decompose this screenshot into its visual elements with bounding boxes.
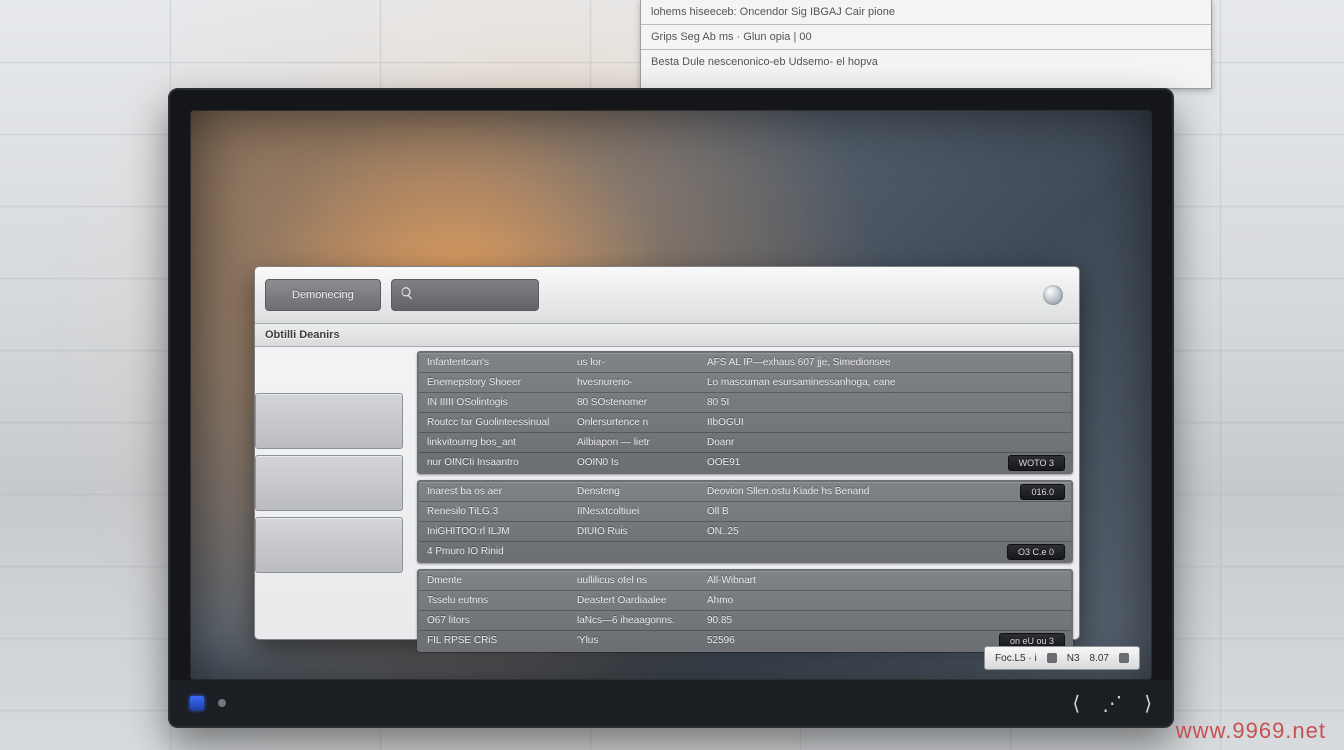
cell: Doanr xyxy=(707,437,1071,448)
cell: IniGHITOO:rl ILJM xyxy=(419,526,577,537)
forward-icon[interactable]: ⟩ xyxy=(1144,691,1152,716)
system-tray[interactable]: Foc.L5 · i N3 8.07 xyxy=(984,646,1140,670)
group-2: Inarest ba os aer Densteng Deovion Sllen… xyxy=(417,480,1073,563)
sidebar-slot[interactable] xyxy=(255,393,403,449)
watermark: www.9969.net xyxy=(1176,718,1326,744)
power-led-icon xyxy=(190,696,204,710)
table-row[interactable]: Renesilo TiLG.3 IINesxtcoltiuei Oll B xyxy=(419,502,1071,522)
cell: hvesnureno- xyxy=(577,377,707,388)
cell: 80 5I xyxy=(707,397,1071,408)
active-tab[interactable]: Demonecing xyxy=(265,279,381,311)
app-window: Demonecing Obtilli Deanirs xyxy=(254,266,1080,640)
note-line: Besta Dule nescenonico-eb Udsemo- el hop… xyxy=(641,50,1211,74)
tray-text: Foc.L5 · i xyxy=(995,653,1037,664)
group-3: Dmente uullilicus otel ns All-Wibnart Ts… xyxy=(417,569,1073,652)
cell: nur OINCIi Insaantro xyxy=(419,457,577,468)
table-row[interactable]: linkvitourng bos_ant Ailbiapon — lietr D… xyxy=(419,433,1071,453)
cell: Tsselu eutnns xyxy=(419,595,577,606)
cell: 'Ylus xyxy=(577,635,707,646)
cell: us lor- xyxy=(577,357,707,368)
chin-controls: ⟨ ⋰ ⟩ xyxy=(1072,691,1152,716)
cell: 4 Pmuro IO Rinid xyxy=(419,546,577,557)
main-panel: Infantentcan's us lor- AFS AL IP—exhaus … xyxy=(411,347,1079,653)
sidebar-slot[interactable] xyxy=(255,455,403,511)
search-input[interactable] xyxy=(420,288,530,302)
back-icon[interactable]: ⟨ xyxy=(1072,691,1080,716)
cell: FIL RPSE CRiS xyxy=(419,635,577,646)
cell: Ailbiapon — lietr xyxy=(577,437,707,448)
cell: Inarest ba os aer xyxy=(419,486,577,497)
table-row[interactable]: IN IIIII OSolintogis 80 SOstenomer 80 5I xyxy=(419,393,1071,413)
table-row[interactable]: Infantentcan's us lor- AFS AL IP—exhaus … xyxy=(419,353,1071,373)
tray-text: 8.07 xyxy=(1090,653,1109,664)
cell: 80 SOstenomer xyxy=(577,397,707,408)
cell: OOE91 xyxy=(707,457,1008,468)
titlebar: Demonecing xyxy=(255,267,1079,324)
cell: Onlersurtence n xyxy=(577,417,707,428)
cell: O67 litors xyxy=(419,615,577,626)
tray-icon[interactable] xyxy=(1047,653,1057,663)
popup-note: lohems hiseeceb: Oncendor Sig IBGAJ Cair… xyxy=(640,0,1212,89)
cell: OOIN0 Is xyxy=(577,457,707,468)
search-field[interactable] xyxy=(391,279,539,311)
cell: ON..25 xyxy=(707,526,1071,537)
table-row[interactable]: FIL RPSE CRiS 'Ylus 52596 on eU ou 3 xyxy=(419,631,1071,650)
group-1: Infantentcan's us lor- AFS AL IP—exhaus … xyxy=(417,351,1073,474)
sidebar-slot[interactable] xyxy=(255,517,403,573)
cell: AFS AL IP—exhaus 607 jje, Simedionsee xyxy=(707,357,1071,368)
table-row[interactable]: Tsselu eutnns Deastert Oardiaalee Ahmo xyxy=(419,591,1071,611)
scene: lohems hiseeceb: Oncendor Sig IBGAJ Cair… xyxy=(0,0,1344,750)
cell: Densteng xyxy=(577,486,707,497)
cell: Oll B xyxy=(707,506,1071,517)
table-row[interactable]: IniGHITOO:rl ILJM DIUIO Ruis ON..25 xyxy=(419,522,1071,542)
row-badge[interactable]: O3 C.e 0 xyxy=(1007,544,1065,560)
table-row[interactable]: Inarest ba os aer Densteng Deovion Sllen… xyxy=(419,482,1071,502)
row-badge[interactable]: 016.0 xyxy=(1020,484,1065,500)
note-line: lohems hiseeceb: Oncendor Sig IBGAJ Cair… xyxy=(641,0,1211,25)
monitor-chin: ⟨ ⋰ ⟩ xyxy=(170,680,1172,726)
section-header: Obtilli Deanirs xyxy=(255,324,1079,347)
cell: Lo mascuman esursaminessanhoga, eane xyxy=(707,377,1071,388)
cell: linkvitourng bos_ant xyxy=(419,437,577,448)
app-body: Infantentcan's us lor- AFS AL IP—exhaus … xyxy=(255,347,1079,653)
cell: Enemepstory Shoeer xyxy=(419,377,577,388)
cell: Ahmo xyxy=(707,595,1071,606)
row-badge[interactable]: WOTO 3 xyxy=(1008,455,1065,471)
monitor-frame: Demonecing Obtilli Deanirs xyxy=(168,88,1174,728)
dots-icon[interactable]: ⋰ xyxy=(1102,691,1122,716)
screen: Demonecing Obtilli Deanirs xyxy=(190,110,1152,680)
table-row[interactable]: Dmente uullilicus otel ns All-Wibnart xyxy=(419,571,1071,591)
table-row[interactable]: nur OINCIi Insaantro OOIN0 Is OOE91 WOTO… xyxy=(419,453,1071,472)
cell: 90.85 xyxy=(707,615,1071,626)
cell: IN IIIII OSolintogis xyxy=(419,397,577,408)
tray-icon[interactable] xyxy=(1119,653,1129,663)
cell: IINesxtcoltiuei xyxy=(577,506,707,517)
tray-text: N3 xyxy=(1067,653,1080,664)
cell: DIUIO Ruis xyxy=(577,526,707,537)
cell: uullilicus otel ns xyxy=(577,575,707,586)
orb-icon[interactable] xyxy=(1043,285,1063,305)
table-row[interactable]: Enemepstory Shoeer hvesnureno- Lo mascum… xyxy=(419,373,1071,393)
table-row[interactable]: 4 Pmuro IO Rinid O3 C.e 0 xyxy=(419,542,1071,561)
cell: Dmente xyxy=(419,575,577,586)
sidebar xyxy=(255,347,411,653)
note-line: Grips Seg Ab ms · Glun opia | 00 xyxy=(641,25,1211,50)
cell: Routcc tar Guolinteessinual xyxy=(419,417,577,428)
status-led-icon xyxy=(218,699,226,707)
table-row[interactable]: O67 litors laNcs—6 iheaagonns. 90.85 xyxy=(419,611,1071,631)
cell: Deovion Sllen.ostu Kiade hs Benand xyxy=(707,486,1020,497)
cell: IIbOGUI xyxy=(707,417,1071,428)
cell: Deastert Oardiaalee xyxy=(577,595,707,606)
table-row[interactable]: Routcc tar Guolinteessinual Onlersurtenc… xyxy=(419,413,1071,433)
cell: 52596 xyxy=(707,635,999,646)
search-icon xyxy=(400,286,414,305)
cell: Infantentcan's xyxy=(419,357,577,368)
cell: laNcs—6 iheaagonns. xyxy=(577,615,707,626)
cell: All-Wibnart xyxy=(707,575,1071,586)
cell: Renesilo TiLG.3 xyxy=(419,506,577,517)
